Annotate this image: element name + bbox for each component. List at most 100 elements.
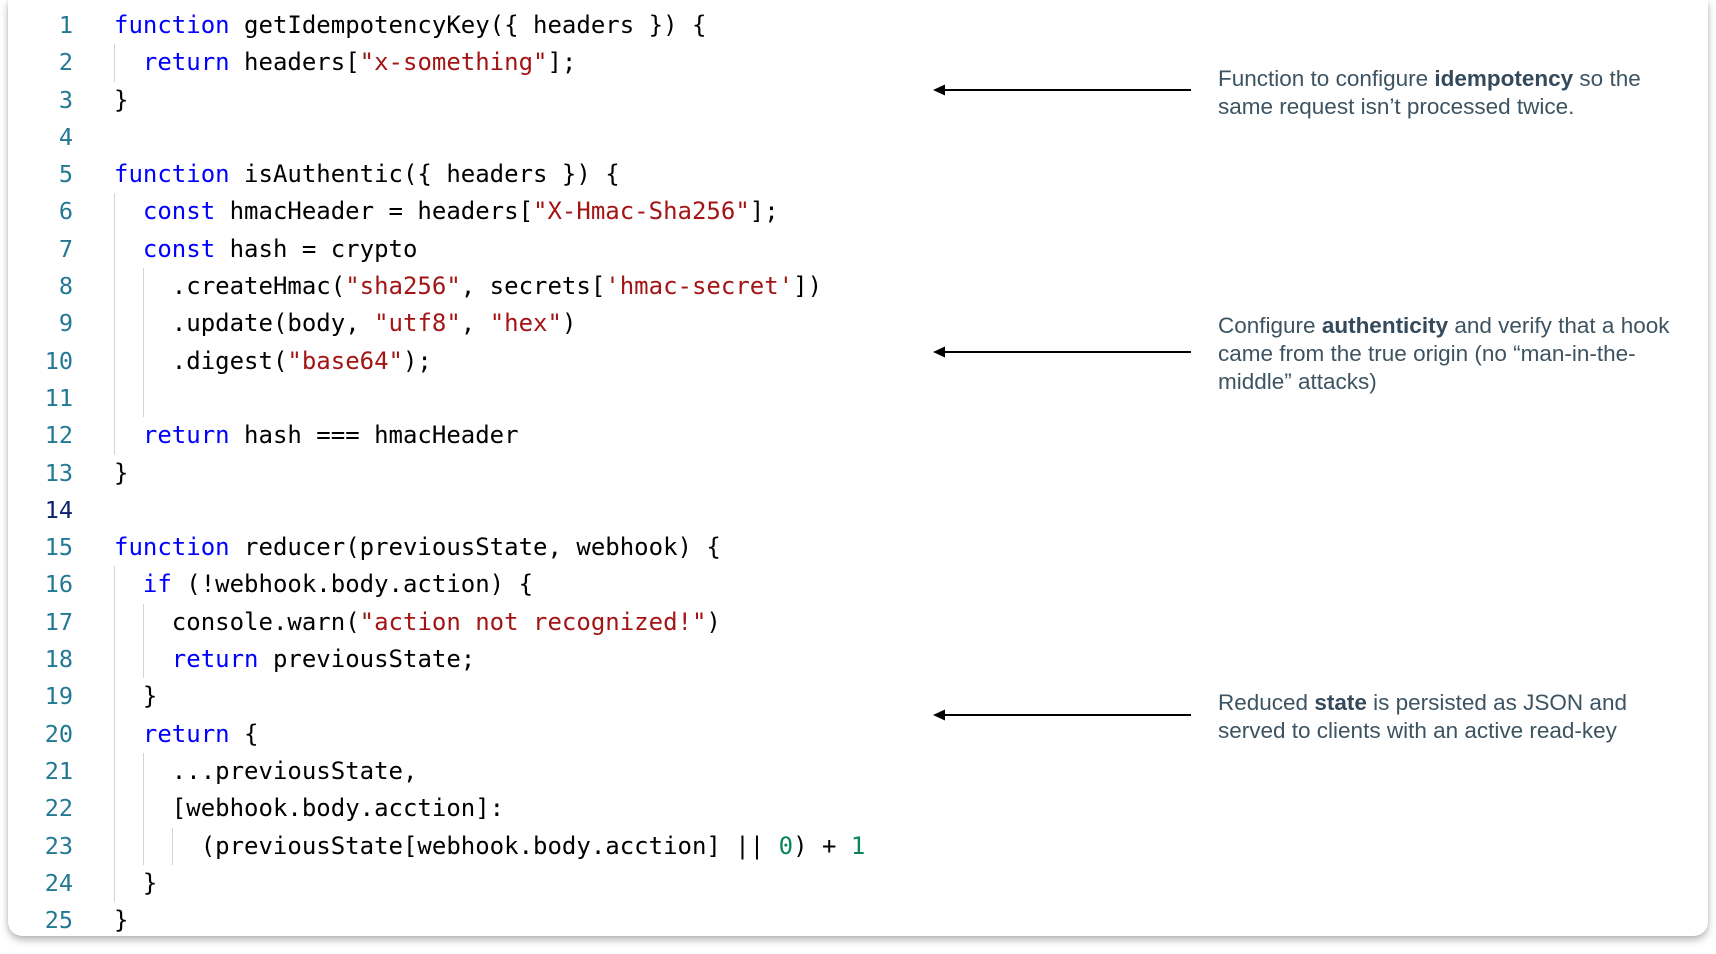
string-token: "x-something": [359, 48, 548, 77]
arrow-idempotency-icon: [933, 84, 1191, 96]
code-content: }: [143, 678, 157, 715]
indent-guide: [142, 268, 144, 306]
indent-guide: [142, 379, 144, 418]
keyword-token: const: [142, 197, 216, 226]
code-line: 1 function getIdempotencyKey({ headers })…: [8, 7, 948, 44]
number-token: 1: [850, 831, 866, 860]
code-content: return hash === hmacHeader: [143, 417, 519, 454]
code-token: ]): [793, 272, 823, 301]
indent-guide: [114, 230, 115, 269]
code-token: , secrets[: [460, 272, 606, 301]
line-number: 13: [44, 458, 73, 487]
indent-guide: [114, 417, 115, 455]
keyword-token: return: [142, 421, 230, 450]
code-token: (!webhook.body.action) {: [171, 570, 534, 599]
indent-guide: [114, 44, 115, 82]
indent-guide: [114, 641, 115, 679]
indent-guide: [114, 603, 115, 642]
line-number: 8: [58, 272, 73, 301]
code-content: }: [114, 902, 128, 939]
string-token: "sha256": [345, 272, 461, 301]
code-content: ...previousState,: [172, 753, 418, 790]
line-number: 24: [44, 868, 73, 897]
line-number: 17: [44, 607, 73, 636]
keyword-token: function: [114, 160, 230, 189]
annotation-state: Reduced state is persisted as JSON and s…: [1218, 690, 1627, 743]
arrow-state-icon: [933, 709, 1191, 721]
code-content: console.warn("action not recognized!"): [172, 604, 721, 641]
indent-guide: [171, 827, 173, 865]
code-token: .digest(: [171, 346, 288, 375]
code-line: 21 ...previousState,: [8, 752, 948, 791]
indent-guide: [114, 342, 115, 380]
code-annotation-card: 1 function getIdempotencyKey({ headers })…: [8, 0, 1708, 936]
code-token: getIdempotencyKey({ headers }) {: [229, 11, 707, 39]
code-line: 17 console.warn("action not recognized!"): [8, 603, 948, 642]
annotation-authenticity: Configure authenticity and verify that a…: [1218, 313, 1670, 394]
code-token: hmacHeader = headers[: [215, 197, 534, 226]
line-number: 15: [44, 533, 73, 562]
code-token: ];: [749, 197, 779, 226]
code-line: 11: [8, 379, 948, 418]
keyword-token: function: [114, 11, 230, 39]
line-number: 10: [44, 346, 73, 375]
code-line: 20 return {: [8, 715, 948, 753]
code-line: 4: [8, 119, 948, 156]
code-content: function reducer(previousState, webhook)…: [114, 529, 721, 566]
line-number: 22: [44, 794, 73, 823]
keyword-token: return: [142, 48, 230, 77]
line-number: 3: [58, 85, 73, 114]
code-token: ];: [547, 48, 577, 77]
code-line: 19}: [8, 678, 948, 716]
code-content: }: [143, 865, 157, 902]
indent-guide: [114, 193, 115, 231]
code-line: 22 [webhook.body.acction]:: [8, 790, 948, 828]
code-content: return headers["x-something"];: [143, 44, 577, 81]
indent-guide: [114, 268, 115, 306]
code-token: reducer(previousState, webhook) {: [229, 533, 721, 562]
code-token: isAuthentic({ headers }) {: [229, 160, 620, 189]
arrow-authenticity-icon: [933, 346, 1191, 358]
line-number: 7: [58, 234, 73, 263]
indent-guide: [114, 678, 115, 716]
code-content: [webhook.body.acction]:: [172, 790, 504, 827]
code-line: 7 const hash = crypto: [8, 230, 948, 269]
code-token: headers[: [229, 48, 360, 77]
code-content: return {: [143, 716, 259, 753]
code-line: 8 .createHmac("sha256", secrets['hmac-sec…: [8, 268, 948, 306]
code-content: .update(body, "utf8", "hex"): [172, 305, 577, 342]
code-content: return previousState;: [172, 641, 475, 678]
indent-guide: [114, 305, 115, 343]
indent-guide: [114, 790, 115, 828]
code-token: (previousState[webhook.body.acction] ||: [200, 831, 779, 860]
code-token: }: [142, 868, 158, 897]
indent-guide: [142, 305, 144, 343]
line-number: 19: [44, 682, 73, 711]
code-token: {: [229, 719, 259, 748]
code-content: const hmacHeader = headers["X-Hmac-Sha25…: [143, 193, 779, 230]
string-token: "action not recognized!": [359, 607, 707, 636]
code-token: .createHmac(: [171, 272, 346, 301]
line-number: 2: [58, 48, 73, 77]
string-token: "X-Hmac-Sha256": [533, 197, 750, 226]
line-number: 18: [44, 645, 73, 674]
code-token: ): [706, 607, 721, 636]
code-content: const hash = crypto: [143, 231, 418, 268]
code-line: 14: [8, 492, 948, 529]
code-token: }: [114, 906, 129, 935]
code-line: 3}: [8, 82, 948, 119]
number-token: 0: [778, 831, 794, 860]
line-number: 20: [44, 719, 73, 748]
string-token: "hex": [489, 309, 562, 338]
line-number: 1: [58, 11, 73, 39]
code-token: }: [142, 682, 158, 711]
code-line: 2 return headers["x-something"];: [8, 44, 948, 82]
code-line: 12 return hash === hmacHeader: [8, 417, 948, 455]
line-number: 11: [44, 383, 73, 412]
code-line: 23 (previousState[webhook.body.acction] |…: [8, 827, 948, 865]
code-token: .update(body,: [171, 309, 375, 338]
code-line: 25}: [8, 902, 948, 939]
indent-guide: [142, 342, 144, 380]
code-line: 24}: [8, 864, 948, 903]
indent-guide: [142, 827, 144, 865]
